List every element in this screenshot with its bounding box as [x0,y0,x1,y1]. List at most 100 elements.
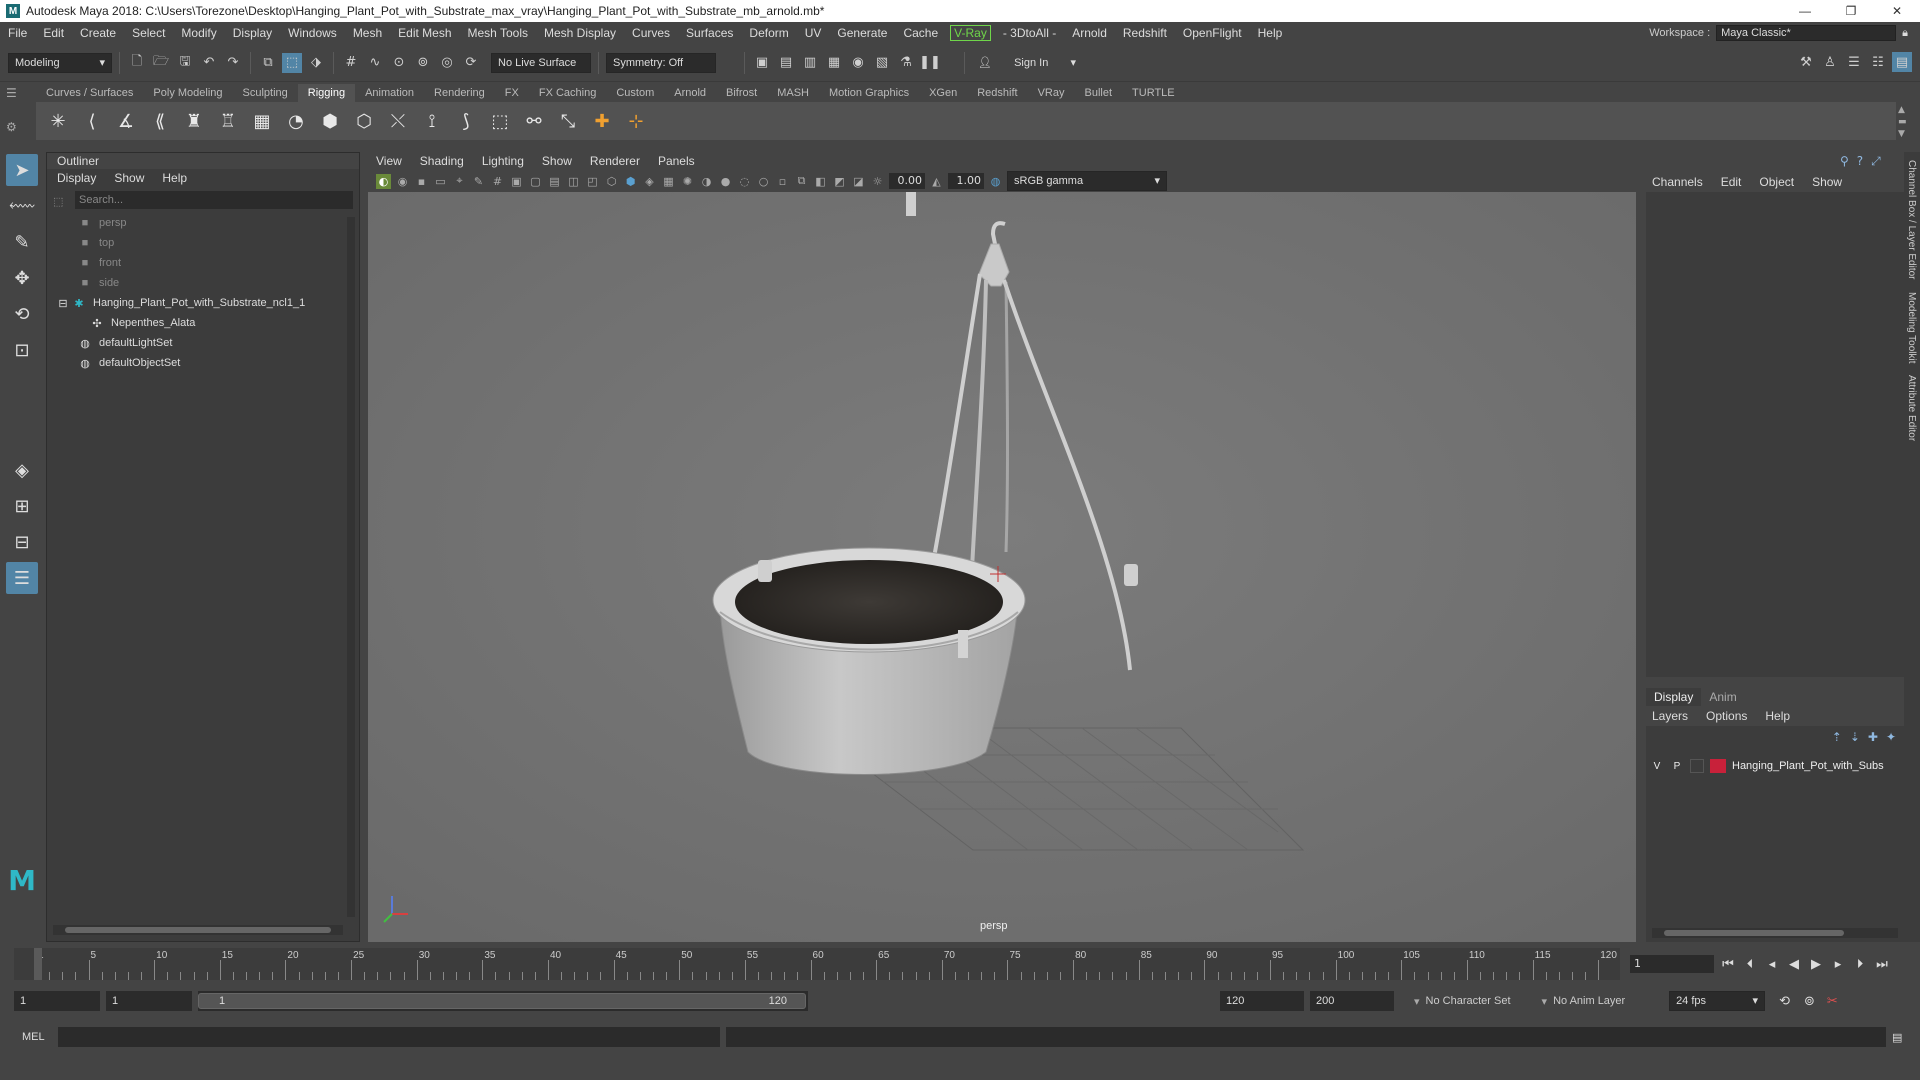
tab-bifrost[interactable]: Bifrost [716,84,767,102]
shelf-menu-icon[interactable]: ☰ [6,86,17,100]
show-manipulator-icon[interactable]: ◈ [6,454,38,486]
tab-animation[interactable]: Animation [355,84,424,102]
tool-settings-icon[interactable]: ☷ [1868,52,1888,72]
help-icon[interactable]: ? [1857,154,1863,169]
tab-fx[interactable]: FX [495,84,529,102]
undo-icon[interactable]: ↶ [199,53,219,73]
menu-uv[interactable]: UV [797,26,830,40]
blend-shape-icon[interactable]: ⬡ [350,107,378,135]
symmetry-dropdown[interactable]: Symmetry: Off [606,52,716,73]
object-menu[interactable]: Object [1759,172,1794,192]
tab-channel-box-layer-editor[interactable]: Channel Box / Layer Editor [1906,160,1917,280]
dof-icon[interactable]: ▫ [775,174,790,189]
tab-vray[interactable]: VRay [1028,84,1075,102]
field-chart-icon[interactable]: ◫ [566,174,581,189]
tab-turtle[interactable]: TURTLE [1122,84,1185,102]
viewport-menu-renderer[interactable]: Renderer [590,152,640,170]
new-scene-icon[interactable]: 🗋 [127,53,147,73]
chevron-down-icon[interactable]: ▾ [1542,995,1548,1008]
collapse-icon[interactable]: ⊟ [57,297,69,310]
humanik-icon[interactable]: ♜ [180,107,208,135]
scene-start-field[interactable]: 1 [14,991,100,1011]
quick-rig-icon[interactable]: ♖ [214,107,242,135]
smooth-shade-icon[interactable]: ⬢ [623,174,638,189]
outliner-layout-icon[interactable]: ☰ [6,562,38,594]
resolution-gate-icon[interactable]: ▢ [528,174,543,189]
ik-handle-icon[interactable]: ⟨ [78,107,106,135]
xray-joints-icon[interactable]: ◩ [832,174,847,189]
select-tool-icon[interactable]: ➤ [6,154,38,186]
viewport-menu-show[interactable]: Show [542,152,572,170]
grease-pencil-icon[interactable]: ✎ [471,174,486,189]
two-view-layout-icon[interactable]: ⊟ [6,526,38,558]
tab-fx-caching[interactable]: FX Caching [529,84,606,102]
outliner-menu-help[interactable]: Help [162,169,187,187]
pin-icon[interactable]: ⚲ [1840,154,1849,169]
maximize-button[interactable]: ❐ [1828,0,1874,22]
tab-motion-graphics[interactable]: Motion Graphics [819,84,919,102]
viewport-menu-view[interactable]: View [376,152,402,170]
menu-mesh[interactable]: Mesh [345,26,390,40]
menu-create[interactable]: Create [72,26,124,40]
new-layer-icon[interactable]: ✚ [1868,730,1878,744]
paint-select-icon[interactable]: ✎ [6,226,38,258]
command-input[interactable] [58,1027,720,1047]
image-plane-icon[interactable]: ▭ [433,174,448,189]
wrinkle-icon[interactable]: ⤡ [554,107,582,135]
attribute-editor-icon[interactable]: ☰ [1844,52,1864,72]
new-layer-selected-icon[interactable]: ✦ [1886,730,1896,744]
gamma-icon[interactable]: ◭ [929,174,944,189]
menu-mesh-tools[interactable]: Mesh Tools [460,26,536,40]
render-sequence-icon[interactable]: ▤ [776,53,796,73]
screen-space-ao-icon[interactable]: ● [718,174,733,189]
scale-tool-icon[interactable]: ⊡ [6,334,38,366]
isolate-select-icon[interactable]: ⧉ [794,174,809,189]
select-camera-icon[interactable]: ◐ [376,173,391,189]
tab-bullet[interactable]: Bullet [1075,84,1123,102]
lock-icon[interactable]: 🔒︎ [1902,26,1908,40]
options-menu[interactable]: Options [1706,706,1747,726]
snap-view-icon[interactable]: ⊚ [413,53,433,73]
render-settings-icon[interactable]: ▦ [824,53,844,73]
menu-edit[interactable]: Edit [35,26,72,40]
list-item[interactable]: ■ side [77,273,359,293]
playback-start-field[interactable]: 1 [106,991,192,1011]
four-view-layout-icon[interactable]: ⊞ [6,490,38,522]
outliner-vertical-scrollbar[interactable] [347,217,355,917]
insert-joint-icon[interactable]: ⟪ [146,107,174,135]
layers-menu[interactable]: Layers [1652,706,1688,726]
safe-action-icon[interactable]: ◰ [585,174,600,189]
locator-icon[interactable]: ✚ [588,107,616,135]
pause-icon[interactable]: ❚❚ [919,53,941,73]
help-menu[interactable]: Help [1765,706,1790,726]
render-view-icon[interactable]: ▧ [872,53,892,73]
layer-color-swatch[interactable] [1710,759,1726,773]
list-item[interactable]: ⊟ ✱ Hanging_Plant_Pot_with_Substrate_ncl1_… [57,293,359,313]
color-space-dropdown[interactable]: sRGB gamma ▾ [1007,171,1167,191]
joint-tool-icon[interactable]: ✳ [44,107,72,135]
menu-cache[interactable]: Cache [895,26,946,40]
tab-anim[interactable]: Anim [1701,688,1744,706]
gate-mask-icon[interactable]: ▤ [547,174,562,189]
sculpt-deformer-icon[interactable]: ⬚ [486,107,514,135]
outliner-menu-show[interactable]: Show [114,169,144,187]
menu-windows[interactable]: Windows [280,26,345,40]
cluster-icon[interactable]: ◔ [282,107,310,135]
xray-icon[interactable]: ◧ [813,174,828,189]
list-item[interactable]: ■ front [77,253,359,273]
tab-rendering[interactable]: Rendering [424,84,495,102]
grid-icon[interactable]: # [490,174,505,189]
wireframe-on-shaded-icon[interactable]: ◈ [642,174,657,189]
menu-deform[interactable]: Deform [741,26,796,40]
tab-modeling-toolkit[interactable]: Modeling Toolkit [1906,292,1917,364]
show-menu[interactable]: Show [1812,172,1842,192]
menu-modify[interactable]: Modify [173,26,224,40]
rotate-tool-icon[interactable]: ⟲ [6,298,38,330]
step-back-key-icon[interactable]: ⏴ [1742,957,1758,972]
time-slider[interactable]: 1510152025303540455055606570758085909510… [14,948,1620,980]
filter-icon[interactable]: ⬚ [53,195,63,208]
select-object-icon[interactable]: ⬚ [282,52,302,73]
layer-playback-toggle[interactable]: P [1670,759,1684,773]
menu-help[interactable]: Help [1250,26,1291,40]
character-controls-icon[interactable]: ♙ [1820,52,1840,72]
